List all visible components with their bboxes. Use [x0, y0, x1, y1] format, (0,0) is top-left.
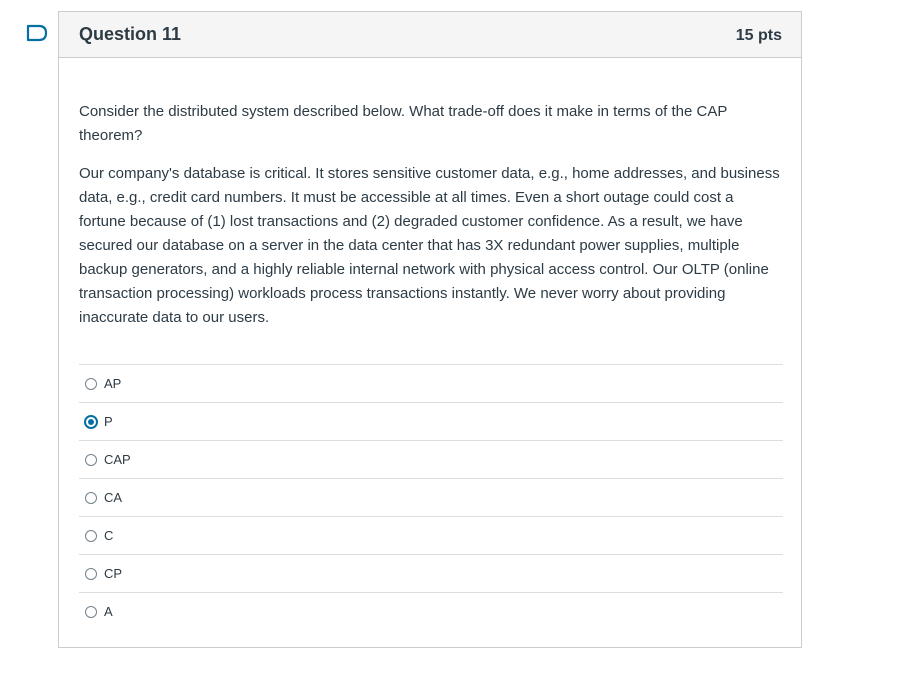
- answer-option[interactable]: CP: [79, 554, 783, 592]
- answer-option[interactable]: CA: [79, 478, 783, 516]
- radio-button[interactable]: [85, 529, 97, 542]
- question-points: 15 pts: [735, 26, 782, 44]
- answer-label: CP: [104, 566, 123, 581]
- answer-option[interactable]: C: [79, 516, 783, 554]
- answer-label: CA: [104, 490, 123, 505]
- question-text: Consider the distributed system describe…: [79, 100, 781, 330]
- radio-button[interactable]: [85, 415, 97, 428]
- answer-option[interactable]: CAP: [79, 440, 783, 478]
- question-card: Question 11 15 pts Consider the distribu…: [58, 11, 802, 648]
- answer-label: CAP: [104, 452, 131, 467]
- radio-button[interactable]: [85, 605, 97, 618]
- question-header: Question 11 15 pts: [59, 12, 801, 58]
- question-body: Consider the distributed system describe…: [59, 58, 801, 630]
- radio-button[interactable]: [85, 567, 97, 580]
- answer-option[interactable]: A: [79, 592, 783, 630]
- answer-option[interactable]: P: [79, 402, 783, 440]
- answer-label: A: [104, 604, 113, 619]
- answer-option[interactable]: AP: [79, 364, 783, 402]
- flag-outline-icon: [26, 24, 48, 42]
- radio-button[interactable]: [85, 491, 97, 504]
- answer-label: P: [104, 414, 113, 429]
- question-scenario: Our company's database is critical. It s…: [79, 165, 780, 326]
- question-prompt: Consider the distributed system describe…: [79, 103, 728, 144]
- radio-button[interactable]: [85, 377, 97, 390]
- answer-label: C: [104, 528, 114, 543]
- question-title: Question 11: [79, 24, 182, 44]
- flag-question-button[interactable]: [26, 24, 50, 42]
- radio-button[interactable]: [85, 453, 97, 466]
- answer-label: AP: [104, 376, 122, 391]
- answer-list: AP P CAP CA C CP A: [79, 364, 783, 630]
